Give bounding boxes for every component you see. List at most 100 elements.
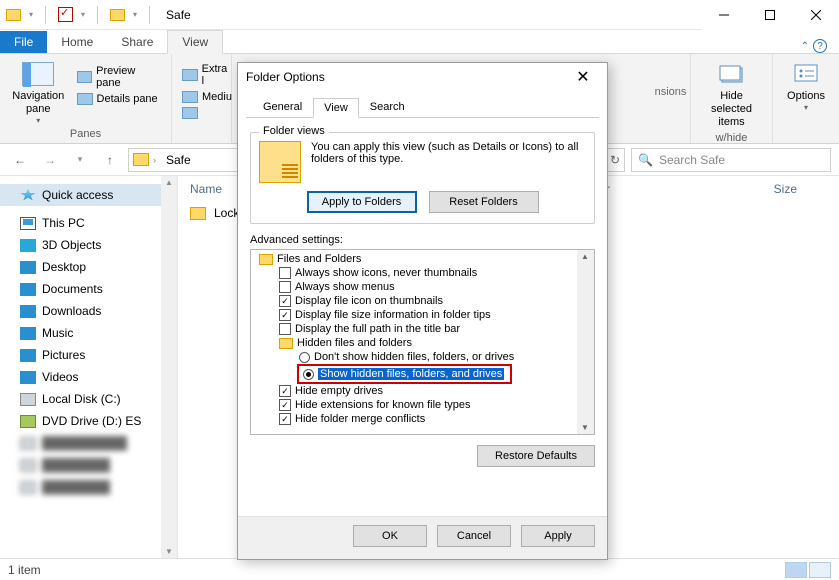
navpane-this-pc[interactable]: This PC	[0, 212, 177, 234]
radio-icon[interactable]	[299, 352, 310, 363]
minimize-button[interactable]	[701, 0, 747, 30]
tree-item[interactable]: ✓Display file icon on thumbnails	[251, 294, 577, 308]
tree-scrollbar[interactable]	[577, 250, 594, 434]
navpane-desktop[interactable]: Desktop	[0, 256, 177, 278]
checkbox-icon[interactable]: ✓	[279, 385, 291, 397]
preview-pane-button[interactable]: Preview pane	[75, 64, 163, 90]
dvd-icon	[20, 415, 36, 428]
back-button[interactable]: ←	[8, 148, 32, 172]
details-pane-icon	[77, 93, 93, 105]
chevron-down-icon[interactable]: ▾	[81, 10, 85, 19]
restore-defaults-button[interactable]: Restore Defaults	[477, 445, 595, 467]
checkbox-icon[interactable]: ✓	[279, 399, 291, 411]
tree-item[interactable]: Show hidden files, folders, and drives	[301, 367, 508, 381]
tab-home[interactable]: Home	[47, 31, 107, 53]
dialog-close-button[interactable]: ✕	[567, 67, 599, 87]
tree-item[interactable]: ✓Hide extensions for known file types	[251, 398, 577, 412]
recent-button[interactable]: ▾	[68, 148, 92, 172]
view-thumbnails-button[interactable]	[809, 562, 831, 578]
dialog-titlebar[interactable]: Folder Options ✕	[238, 63, 607, 91]
breadcrumb[interactable]: Safe	[160, 153, 197, 167]
tab-general[interactable]: General	[252, 97, 313, 117]
ribbon-collapse[interactable]: ⌃ ?	[789, 39, 839, 53]
tree-item[interactable]: Always show icons, never thumbnails	[251, 266, 577, 280]
navpane-quick-access[interactable]: Quick access	[0, 184, 177, 206]
cancel-button[interactable]: Cancel	[437, 525, 511, 547]
checkbox-icon[interactable]: ✓	[279, 309, 291, 321]
layout-medium[interactable]: Mediu	[180, 90, 234, 104]
navpane-dvd-drive[interactable]: DVD Drive (D:) ES	[0, 410, 177, 432]
folder-icon	[259, 254, 273, 265]
icons-icon	[182, 91, 198, 103]
view-details-button[interactable]	[785, 562, 807, 578]
navpane-item-blurred[interactable]: ████████	[0, 454, 177, 476]
downloads-icon	[20, 305, 36, 318]
help-icon[interactable]: ?	[813, 39, 827, 53]
options-button[interactable]: Options ▾	[781, 58, 831, 113]
videos-icon	[20, 371, 36, 384]
window-title: Safe	[160, 8, 191, 22]
refresh-icon[interactable]: ↻	[610, 153, 620, 167]
details-pane-button[interactable]: Details pane	[75, 92, 163, 106]
chevron-down-icon[interactable]: ▾	[29, 10, 33, 19]
desktop-icon	[20, 261, 36, 274]
advanced-settings-tree[interactable]: Files and FoldersAlways show icons, neve…	[250, 249, 595, 435]
forward-button[interactable]: →	[38, 148, 62, 172]
documents-icon	[20, 283, 36, 296]
tree-item[interactable]: ✓Display file size information in folder…	[251, 308, 577, 322]
apply-to-folders-button[interactable]: Apply to Folders	[307, 191, 417, 213]
navpane-pictures[interactable]: Pictures	[0, 344, 177, 366]
tree-item[interactable]: Display the full path in the title bar	[251, 322, 577, 336]
tree-item[interactable]: Don't show hidden files, folders, or dri…	[251, 350, 577, 364]
tree-item[interactable]: Always show menus	[251, 280, 577, 294]
checkbox-icon[interactable]: ✓	[279, 295, 291, 307]
navpane-scrollbar[interactable]	[161, 176, 177, 558]
radio-icon[interactable]	[303, 369, 314, 380]
tab-search[interactable]: Search	[359, 97, 416, 117]
tree-item[interactable]: Hidden files and folders	[251, 336, 577, 350]
checkbox-icon[interactable]	[279, 281, 291, 293]
navpane-downloads[interactable]: Downloads	[0, 300, 177, 322]
tree-item[interactable]: ✓Hide folder merge conflicts	[251, 412, 577, 426]
tree-item[interactable]: ✓Hide empty drives	[251, 384, 577, 398]
col-size[interactable]: Size	[630, 182, 827, 196]
tab-view[interactable]: View	[313, 98, 359, 118]
navpane-item-blurred[interactable]: ██████████	[0, 432, 177, 454]
close-button[interactable]	[793, 0, 839, 30]
navpane-3d-objects[interactable]: 3D Objects	[0, 234, 177, 256]
checkbox-icon[interactable]	[279, 323, 291, 335]
ribbon-tabs: File Home Share View ⌃ ?	[0, 30, 839, 54]
navpane-music[interactable]: Music	[0, 322, 177, 344]
navpane-local-disk[interactable]: Local Disk (C:)	[0, 388, 177, 410]
ok-button[interactable]: OK	[353, 525, 427, 547]
navpane-item-blurred[interactable]: ████████	[0, 476, 177, 498]
folder-views-icon	[259, 141, 301, 183]
tab-share[interactable]: Share	[107, 31, 167, 53]
tab-file[interactable]: File	[0, 31, 47, 53]
up-button[interactable]: ↑	[98, 148, 122, 172]
folder-views-group: Folder views You can apply this view (su…	[250, 132, 595, 224]
advanced-settings-label: Advanced settings:	[250, 234, 595, 246]
search-input[interactable]: 🔍 Search Safe	[631, 148, 831, 172]
folder-options-dialog: Folder Options ✕ General View Search Fol…	[237, 62, 608, 560]
qat-menu-icon[interactable]: ▾	[133, 10, 137, 19]
hide-selected-button[interactable]: Hide selected items	[701, 58, 763, 130]
properties-icon[interactable]	[58, 7, 73, 22]
navpane-videos[interactable]: Videos	[0, 366, 177, 388]
chevron-right-icon[interactable]: ›	[153, 155, 156, 165]
navpane-documents[interactable]: Documents	[0, 278, 177, 300]
item-count: 1 item	[8, 563, 41, 577]
layout-extra-large[interactable]: Extra l	[180, 62, 234, 88]
navigation-pane[interactable]: Quick access This PC 3D Objects Desktop …	[0, 176, 178, 558]
navigation-pane-button[interactable]: Navigation pane ▾	[8, 58, 69, 126]
tab-view[interactable]: View	[167, 30, 223, 54]
checkbox-icon[interactable]	[279, 267, 291, 279]
layout-list[interactable]	[180, 106, 234, 120]
tree-root[interactable]: Files and Folders	[251, 252, 577, 266]
search-icon: 🔍	[638, 153, 653, 167]
maximize-button[interactable]	[747, 0, 793, 30]
reset-folders-button[interactable]: Reset Folders	[429, 191, 539, 213]
group-label: Panes	[8, 126, 163, 142]
checkbox-icon[interactable]: ✓	[279, 413, 291, 425]
apply-button[interactable]: Apply	[521, 525, 595, 547]
